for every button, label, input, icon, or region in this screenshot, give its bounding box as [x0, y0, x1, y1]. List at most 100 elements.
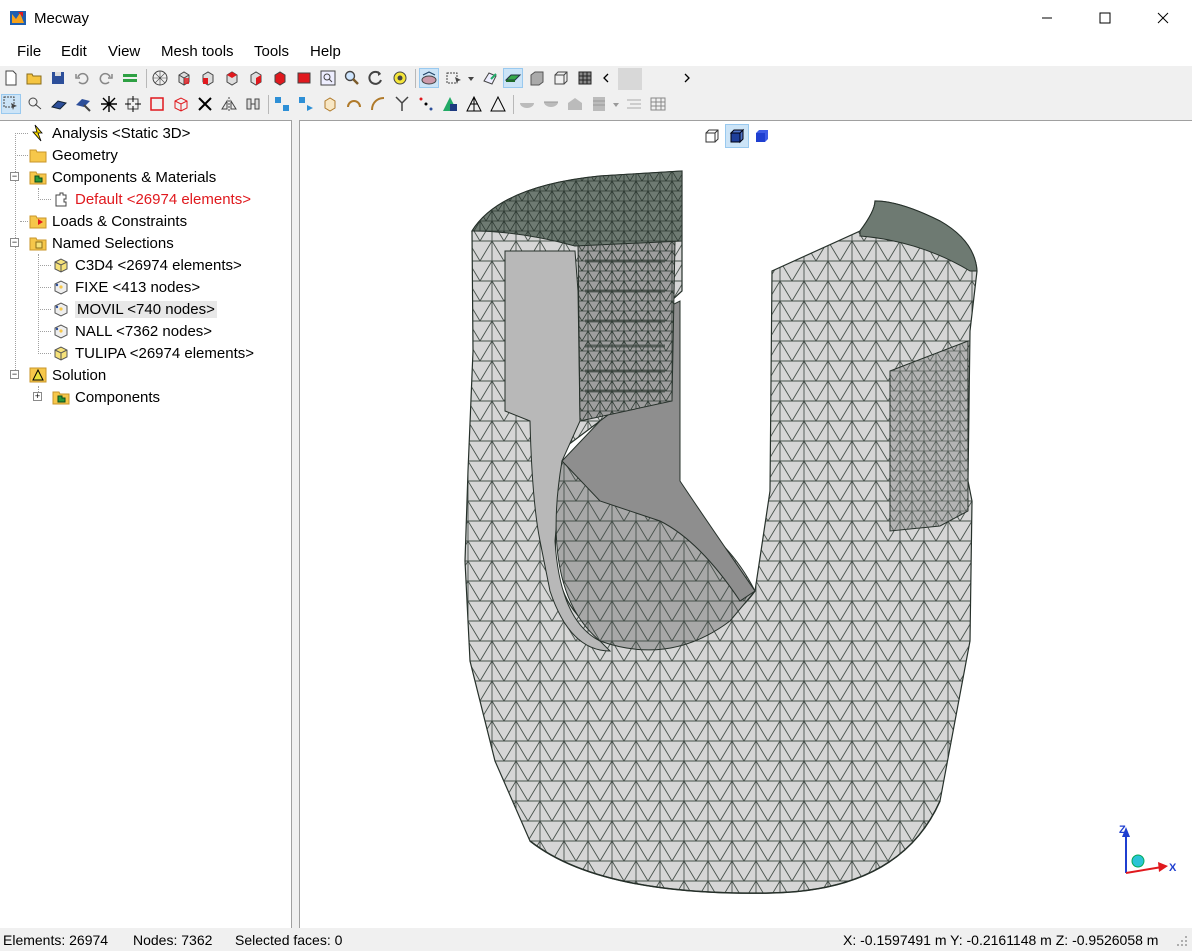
view-bottom-icon[interactable] — [294, 68, 314, 88]
delete-icon[interactable] — [195, 94, 215, 114]
expand-solution[interactable]: − — [10, 370, 19, 379]
solid-cube-icon[interactable] — [527, 68, 547, 88]
selection-nodes-icon — [54, 280, 68, 295]
panel-splitter[interactable] — [292, 120, 299, 928]
select-face-icon[interactable] — [73, 94, 93, 114]
selection-nodes-icon — [54, 324, 68, 339]
solid-element-icon[interactable] — [320, 94, 340, 114]
dropdown-arrow-2-icon[interactable] — [611, 94, 621, 114]
explode-icon[interactable] — [99, 94, 119, 114]
view-right-icon[interactable] — [246, 68, 266, 88]
tree-item-sel-nall[interactable]: NALL <7362 nodes> — [52, 320, 212, 342]
merge-nodes-icon[interactable] — [272, 94, 292, 114]
node-move-icon[interactable] — [123, 94, 143, 114]
tree-label-sel-nall: NALL <7362 nodes> — [75, 322, 213, 340]
sweep-icon[interactable] — [368, 94, 388, 114]
red-cube-icon[interactable] — [171, 94, 191, 114]
menu-edit[interactable]: Edit — [61, 43, 87, 60]
menu-file[interactable]: File — [17, 43, 41, 60]
menu-tools[interactable]: Tools — [254, 43, 289, 60]
tree-item-sel-movil[interactable]: MOVIL <740 nodes> — [52, 298, 217, 320]
mesh-cube-icon[interactable] — [575, 68, 595, 88]
status-bar: Elements: 26974 Nodes: 7362 Selected fac… — [0, 928, 1192, 951]
edit-surface-icon[interactable] — [480, 68, 500, 88]
tree-label-default-component: Default <26974 elements> — [75, 190, 251, 208]
selection-nodes-icon — [54, 302, 68, 317]
equals-icon[interactable] — [120, 68, 140, 88]
tree-item-sel-c3d4[interactable]: C3D4 <26974 elements> — [52, 254, 242, 276]
tree-item-components-materials[interactable]: Components & Materials — [29, 166, 216, 188]
view-top-icon[interactable] — [270, 68, 290, 88]
select-pointer-icon[interactable] — [1, 94, 21, 114]
node-scatter-icon[interactable] — [416, 94, 436, 114]
align-icon[interactable] — [624, 94, 644, 114]
select-element-icon[interactable] — [49, 94, 69, 114]
resize-grip-icon[interactable] — [1176, 935, 1188, 947]
status-selected-faces: Selected faces: 0 — [235, 932, 343, 948]
tree-item-default-component[interactable]: Default <26974 elements> — [52, 188, 251, 210]
maximize-button[interactable] — [1076, 0, 1134, 36]
save-icon[interactable] — [48, 68, 68, 88]
pan-icon[interactable] — [390, 68, 410, 88]
branch-icon[interactable] — [392, 94, 412, 114]
selection-folder-icon — [29, 237, 47, 251]
zoom-fit-icon[interactable] — [318, 68, 338, 88]
main-toolbar — [0, 66, 1192, 92]
mirror-icon[interactable] — [219, 94, 239, 114]
tet-mesh-icon[interactable] — [464, 94, 484, 114]
tree-item-solution[interactable]: Solution — [29, 364, 106, 386]
bowl-icon[interactable] — [517, 94, 537, 114]
tree-item-named-selections[interactable]: Named Selections — [29, 232, 174, 254]
color-elements-icon[interactable] — [440, 94, 460, 114]
rotate-icon[interactable] — [366, 68, 386, 88]
menu-help[interactable]: Help — [310, 43, 341, 60]
lightning-icon — [32, 124, 43, 142]
menu-mesh-tools[interactable]: Mesh tools — [161, 43, 234, 60]
expand-solution-components[interactable]: + — [33, 392, 42, 401]
view-iso-icon[interactable] — [174, 68, 194, 88]
triangle-icon[interactable] — [488, 94, 508, 114]
close-button[interactable] — [1134, 0, 1192, 36]
tree-item-geometry[interactable]: Geometry — [29, 144, 118, 166]
view-left-icon[interactable] — [222, 68, 242, 88]
selection-toolbar — [0, 92, 1192, 118]
extrude-icon[interactable] — [243, 94, 263, 114]
tree-label-analysis: Analysis <Static 3D> — [52, 124, 191, 142]
dropdown-arrow-icon[interactable] — [466, 68, 476, 88]
red-square-icon[interactable] — [147, 94, 167, 114]
tree-item-sel-tulipa[interactable]: TULIPA <26974 elements> — [52, 342, 254, 364]
table-icon[interactable] — [648, 94, 668, 114]
menu-view[interactable]: View — [108, 43, 140, 60]
tree-item-analysis[interactable]: Analysis <Static 3D> — [29, 122, 190, 144]
tree-item-loads-constraints[interactable]: Loads & Constraints — [29, 210, 187, 232]
shaded-green-icon[interactable] — [503, 68, 523, 88]
minimize-button[interactable] — [1018, 0, 1076, 36]
new-file-icon[interactable] — [1, 68, 21, 88]
expand-named-selections[interactable]: − — [10, 238, 19, 247]
mesh-model[interactable]: Z X — [300, 121, 1192, 929]
select-mode-icon[interactable] — [444, 68, 464, 88]
tree-item-sel-fixe[interactable]: FIXE <413 nodes> — [52, 276, 200, 298]
tree-label-sel-c3d4: C3D4 <26974 elements> — [75, 256, 242, 274]
3d-viewport[interactable]: Z X — [299, 120, 1192, 928]
scroll-right-icon[interactable] — [680, 68, 694, 88]
show-mesh-icon[interactable] — [419, 68, 439, 88]
view-front-icon[interactable] — [198, 68, 218, 88]
expand-components-materials[interactable]: − — [10, 172, 19, 181]
revolve-icon[interactable] — [344, 94, 364, 114]
wire-cube-icon[interactable] — [551, 68, 571, 88]
zoom-icon[interactable] — [342, 68, 362, 88]
select-node-icon[interactable] — [25, 94, 45, 114]
undo-icon[interactable] — [72, 68, 92, 88]
split-elements-icon[interactable] — [296, 94, 316, 114]
tree-label-geometry: Geometry — [52, 146, 118, 164]
open-folder-icon[interactable] — [24, 68, 44, 88]
dish-icon[interactable] — [541, 94, 561, 114]
redo-icon[interactable] — [96, 68, 116, 88]
grid-gray-icon[interactable] — [589, 94, 609, 114]
axis-triad: Z X — [1119, 824, 1177, 874]
scroll-left-icon[interactable] — [599, 68, 613, 88]
tree-item-solution-components[interactable]: Components — [52, 386, 160, 408]
wireframe-sphere-icon[interactable] — [150, 68, 170, 88]
house-shape-icon[interactable] — [565, 94, 585, 114]
